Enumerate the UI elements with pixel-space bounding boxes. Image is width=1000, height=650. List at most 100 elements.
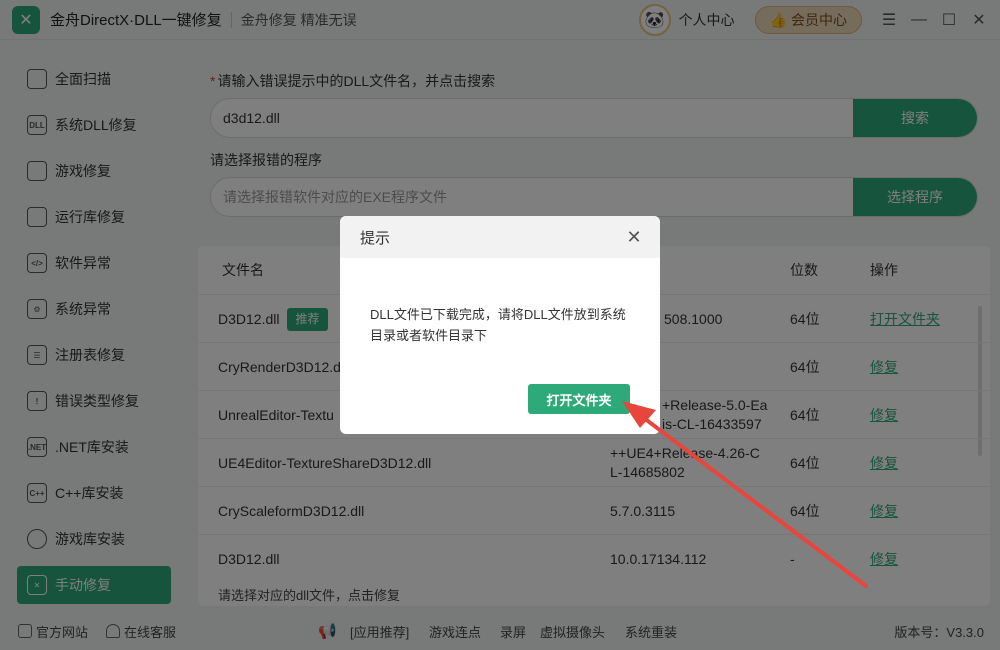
online-service-link[interactable]: 在线客服 xyxy=(106,622,176,641)
sidebar-item-label: 注册表修复 xyxy=(55,347,125,363)
sidebar-item-runtime[interactable]: 运行库修复 xyxy=(17,198,171,236)
megaphone-icon: 📢 xyxy=(318,623,337,640)
row-filename: CryScaleformD3D12.dll xyxy=(218,502,365,519)
title-divider xyxy=(230,11,232,28)
table-row[interactable]: D3D12.dll 10.0.17134.112 - 修复 xyxy=(198,534,990,582)
table-hint: 请选择对应的dll文件，点击修复 xyxy=(218,588,401,603)
official-site-link[interactable]: 官方网站 xyxy=(18,622,88,641)
dialog-message: DLL文件已下载完成，请将DLL文件放到系统目录或者软件目录下 xyxy=(370,307,626,343)
user-center-link[interactable]: 个人中心 xyxy=(679,10,735,30)
official-site-label: 官方网站 xyxy=(36,624,89,640)
dll-input-label: * 请输入错误提示中的DLL文件名，并点击搜索 xyxy=(210,71,495,91)
header-action: 操作 xyxy=(870,262,898,278)
row-bits: - xyxy=(790,550,795,567)
footer-link-record[interactable]: 录屏 xyxy=(500,622,526,641)
sidebar-item-game-lib[interactable]: 游戏库安装 xyxy=(17,520,171,558)
sidebar-item-label: 游戏库安装 xyxy=(55,531,125,547)
sidebar-item-label: 系统DLL修复 xyxy=(55,117,137,133)
gamepad-icon xyxy=(27,161,47,181)
open-folder-link[interactable]: 打开文件夹 xyxy=(870,295,940,343)
footer-link-virtual-camera[interactable]: 虚拟摄像头 xyxy=(540,622,605,641)
sidebar-item-error-type[interactable]: ! 错误类型修复 xyxy=(17,382,171,420)
vip-button[interactable]: 👍 会员中心 xyxy=(754,6,862,34)
header-filename: 文件名 xyxy=(222,262,264,278)
header-bits: 位数 xyxy=(790,262,818,278)
dll-search-row: d3d12.dll 搜索 xyxy=(210,98,978,138)
sidebar-item-game-repair[interactable]: 游戏修复 xyxy=(17,152,171,190)
sidebar-item-label: .NET库安装 xyxy=(55,439,129,455)
row-filename: CryRenderD3D12.d xyxy=(218,358,341,375)
repair-link[interactable]: 修复 xyxy=(870,343,898,391)
program-input[interactable]: 请选择报错软件对应的EXE程序文件 xyxy=(211,178,853,216)
select-program-button[interactable]: 选择程序 xyxy=(853,178,977,216)
repair-link[interactable]: 修复 xyxy=(870,487,898,535)
tip-dialog: 提示 ✕ DLL文件已下载完成，请将DLL文件放到系统目录或者软件目录下 打开文… xyxy=(340,216,660,434)
row-version: 10.0.17134.112 xyxy=(610,550,707,567)
title-bar: ✕ 金舟DirectX·DLL一键修复 金舟修复 精准无误 🐼 个人中心 👍 会… xyxy=(0,0,1000,40)
required-star: * xyxy=(210,73,216,89)
sidebar-item-label: 运行库修复 xyxy=(55,209,125,225)
pacman-icon xyxy=(27,529,47,549)
row-version: ++UE4+Release-4.26-C L-14685802 xyxy=(610,445,760,480)
recommend-badge: 推荐 xyxy=(287,307,328,331)
sidebar-item-system-dll[interactable]: DLL 系统DLL修复 xyxy=(17,106,171,144)
list-icon: ☰ xyxy=(27,345,47,365)
sidebar-item-cpp[interactable]: C++ C++库安装 xyxy=(17,474,171,512)
sidebar-item-label: 软件异常 xyxy=(55,255,111,271)
dll-label-text: 请输入错误提示中的DLL文件名，并点击搜索 xyxy=(217,73,496,89)
footer-link-reinstall[interactable]: 系统重装 xyxy=(625,622,677,641)
dialog-title: 提示 xyxy=(360,229,391,247)
filename-text: D3D12.dll xyxy=(218,310,280,327)
monitor-icon xyxy=(18,624,32,638)
version-label: 版本号：V3.3.0 xyxy=(894,624,984,640)
sidebar: 全面扫描 DLL 系统DLL修复 游戏修复 运行库修复 </> 软件异常 ⚙ 系统异常… xyxy=(0,40,190,612)
sidebar-item-manual-repair[interactable]: ✕ 手动修复 xyxy=(17,566,171,604)
row-filename: D3D12.dll 推荐 xyxy=(218,295,328,343)
dialog-close-icon[interactable]: ✕ xyxy=(624,227,644,247)
code-icon: </> xyxy=(27,253,47,273)
app-recommend-label: [应用推荐] xyxy=(350,624,410,640)
row-bits: 64位 xyxy=(790,310,820,327)
row-filename: UnrealEditor-Textu xyxy=(218,406,334,423)
row-version: 5.7.0.3115 xyxy=(610,502,676,519)
row-bits: 64位 xyxy=(790,358,820,375)
avatar-icon[interactable]: 🐼 xyxy=(638,4,671,36)
sidebar-item-label: 错误类型修复 xyxy=(55,393,139,409)
sidebar-item-label: 游戏修复 xyxy=(55,163,111,179)
cpp-icon: C++ xyxy=(27,483,47,503)
search-button[interactable]: 搜索 xyxy=(853,99,977,137)
repair-link[interactable]: 修复 xyxy=(870,439,898,487)
maximize-icon[interactable]: ☐ xyxy=(934,5,964,35)
thumbs-up-icon: 👍 xyxy=(769,11,787,28)
row-filename: UE4Editor-TextureShareD3D12.dll xyxy=(218,454,432,471)
app-logo-icon: ✕ xyxy=(12,5,40,34)
row-version: 508.1000 xyxy=(664,310,723,327)
row-bits: 64位 xyxy=(790,454,820,471)
repair-link[interactable]: 修复 xyxy=(870,391,898,439)
menu-icon[interactable]: ☰ xyxy=(874,5,904,35)
warning-icon: ! xyxy=(27,391,47,411)
gear-icon: ⚙ xyxy=(27,299,47,319)
sidebar-item-label: C++库安装 xyxy=(55,485,124,501)
footer-link-autoclicker[interactable]: 游戏连点 xyxy=(429,622,481,641)
net-icon: .NET xyxy=(27,437,47,457)
footer: 官方网站 在线客服 📢 [应用推荐] 游戏连点 录屏 虚拟摄像头 系统重装 版本… xyxy=(0,612,1000,650)
sidebar-item-system-error[interactable]: ⚙ 系统异常 xyxy=(17,290,171,328)
sidebar-item-software-error[interactable]: </> 软件异常 xyxy=(17,244,171,282)
open-folder-button[interactable]: 打开文件夹 xyxy=(528,384,630,414)
dialog-header: 提示 ✕ xyxy=(340,216,660,258)
repair-link[interactable]: 修复 xyxy=(870,535,898,583)
table-row[interactable]: UE4Editor-TextureShareD3D12.dll ++UE4+Re… xyxy=(198,438,990,486)
dll-icon: DLL xyxy=(27,115,47,135)
sidebar-item-full-scan[interactable]: 全面扫描 xyxy=(17,60,171,98)
minimize-icon[interactable]: — xyxy=(904,5,934,35)
app-title: 金舟DirectX·DLL一键修复 xyxy=(50,12,222,29)
close-icon[interactable]: ✕ xyxy=(964,5,994,35)
app-slogan: 金舟修复 精准无误 xyxy=(240,11,357,28)
sidebar-item-registry[interactable]: ☰ 注册表修复 xyxy=(17,336,171,374)
sidebar-item-dotnet[interactable]: .NET .NET库安装 xyxy=(17,428,171,466)
table-row[interactable]: CryScaleformD3D12.dll 5.7.0.3115 64位 修复 xyxy=(198,486,990,534)
dll-search-input[interactable]: d3d12.dll xyxy=(211,99,853,137)
program-select-row: 请选择报错软件对应的EXE程序文件 选择程序 xyxy=(210,177,978,217)
sidebar-item-label: 手动修复 xyxy=(55,577,111,593)
